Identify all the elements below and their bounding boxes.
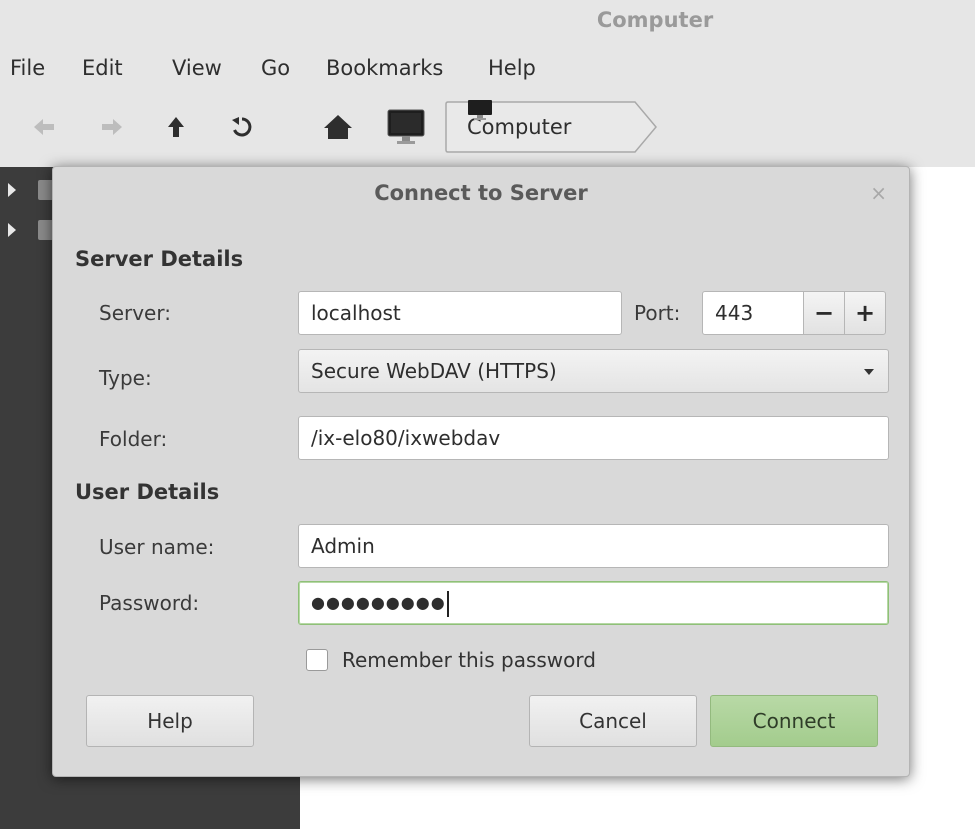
connect-button[interactable]: Connect	[710, 695, 878, 747]
server-details-heading: Server Details	[75, 247, 244, 271]
menu-help[interactable]: Help	[488, 56, 536, 80]
computer-icon	[468, 100, 492, 120]
up-button[interactable]	[156, 97, 196, 157]
computer-button[interactable]	[382, 97, 430, 157]
menu-edit[interactable]: Edit	[82, 56, 123, 80]
port-decrement-button[interactable]: −	[803, 291, 845, 335]
chevron-down-icon	[864, 369, 874, 375]
breadcrumb-computer[interactable]: Computer	[445, 99, 659, 155]
close-icon[interactable]: ×	[870, 183, 887, 203]
folder-label: Folder:	[99, 427, 168, 451]
folder-input[interactable]: /ix-elo80/ixwebdav	[298, 416, 889, 460]
up-arrow-icon	[168, 117, 184, 137]
connect-to-server-dialog: Connect to Server × Server Details Serve…	[52, 166, 910, 777]
menu-bookmarks[interactable]: Bookmarks	[326, 56, 443, 80]
forward-arrow-icon	[102, 119, 122, 135]
user-details-heading: User Details	[75, 480, 220, 504]
text-caret	[446, 590, 449, 617]
toolbar: Computer	[0, 97, 975, 159]
username-input[interactable]: Admin	[298, 524, 889, 568]
type-label: Type:	[99, 366, 152, 390]
reload-icon	[232, 117, 252, 137]
port-increment-button[interactable]: +	[844, 291, 886, 335]
username-label: User name:	[99, 535, 215, 559]
expander-icon[interactable]	[8, 183, 16, 197]
window-title: Computer	[596, 8, 714, 32]
type-select[interactable]: Secure WebDAV (HTTPS)	[298, 349, 889, 393]
forward-button[interactable]	[92, 97, 132, 157]
menu-go[interactable]: Go	[261, 56, 290, 80]
file-manager-header: Computer File Edit View Go Bookmarks Hel…	[0, 0, 975, 167]
cancel-button[interactable]: Cancel	[529, 695, 697, 747]
port-input[interactable]: 443	[702, 291, 804, 335]
port-label: Port:	[634, 301, 681, 325]
back-button[interactable]	[24, 97, 64, 157]
password-mask: ●●●●●●●●●	[311, 593, 446, 612]
expander-icon[interactable]	[8, 223, 16, 237]
home-icon	[324, 115, 352, 139]
password-label: Password:	[99, 591, 200, 615]
server-input[interactable]: localhost	[298, 291, 622, 335]
help-button[interactable]: Help	[86, 695, 254, 747]
menu-file[interactable]: File	[10, 56, 45, 80]
home-button[interactable]	[318, 97, 358, 157]
type-select-value: Secure WebDAV (HTTPS)	[311, 359, 557, 383]
server-label: Server:	[99, 301, 171, 325]
menu-view[interactable]: View	[172, 56, 222, 80]
back-arrow-icon	[34, 119, 54, 135]
dialog-title: Connect to Server	[374, 181, 588, 205]
password-input[interactable]: ●●●●●●●●●	[298, 581, 889, 625]
computer-icon	[387, 109, 425, 144]
remember-password-label[interactable]: Remember this password	[342, 648, 596, 672]
remember-password-checkbox[interactable]	[306, 649, 328, 671]
reload-button[interactable]	[222, 97, 262, 157]
